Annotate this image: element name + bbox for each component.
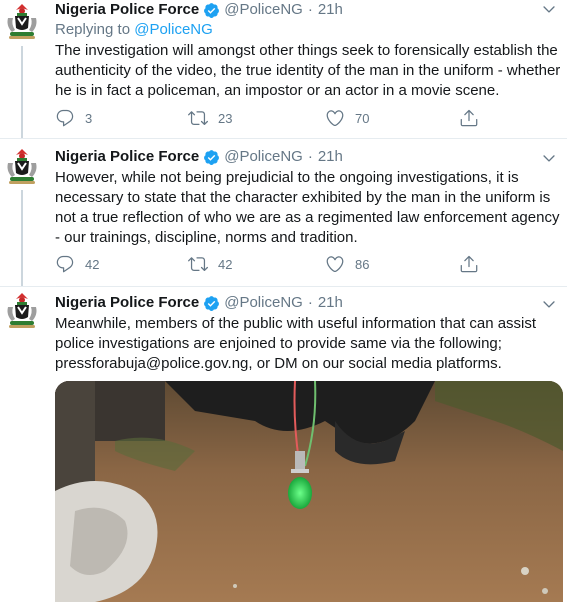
tweet-header: Nigeria Police Force @PoliceNG · 21h bbox=[55, 293, 561, 313]
replying-prefix: Replying to bbox=[55, 21, 131, 38]
retweet-icon bbox=[188, 254, 208, 274]
tweet-header: Nigeria Police Force @PoliceNG · 21h bbox=[55, 147, 561, 167]
timestamp[interactable]: 21h bbox=[318, 293, 343, 313]
like-count: 70 bbox=[355, 110, 370, 126]
share-button[interactable] bbox=[459, 108, 479, 128]
verified-badge-icon bbox=[203, 295, 220, 312]
heart-icon bbox=[325, 254, 345, 274]
tweet-header: Nigeria Police Force @PoliceNG · 21h bbox=[55, 0, 561, 20]
share-button[interactable] bbox=[459, 254, 479, 274]
separator-dot: · bbox=[307, 294, 313, 311]
share-icon bbox=[459, 108, 479, 128]
tweet-actions: 3 23 70 bbox=[55, 106, 485, 130]
reply-button[interactable]: 42 bbox=[55, 254, 99, 274]
retweet-icon bbox=[188, 108, 208, 128]
tweet-text: However, while not being prejudicial to … bbox=[55, 169, 560, 246]
author-handle[interactable]: @PoliceNG bbox=[224, 0, 303, 20]
verified-badge-icon bbox=[203, 149, 220, 166]
reply-count: 3 bbox=[85, 110, 93, 126]
share-icon bbox=[459, 254, 479, 274]
author-name[interactable]: Nigeria Police Force bbox=[55, 293, 199, 313]
reply-icon bbox=[55, 108, 75, 128]
author-name[interactable]: Nigeria Police Force bbox=[55, 0, 199, 20]
author-handle[interactable]: @PoliceNG bbox=[224, 147, 303, 167]
retweet-button[interactable]: 23 bbox=[188, 108, 232, 128]
retweet-count: 42 bbox=[218, 256, 233, 272]
reply-count: 42 bbox=[85, 256, 100, 272]
avatar[interactable] bbox=[2, 291, 42, 331]
timestamp[interactable]: 21h bbox=[318, 147, 343, 167]
separator-dot: · bbox=[307, 148, 313, 165]
reply-icon bbox=[55, 254, 75, 274]
heart-icon bbox=[325, 108, 345, 128]
replying-to: Replying to @PoliceNG bbox=[55, 20, 561, 40]
tweet-text: Meanwhile, members of the public with us… bbox=[55, 315, 537, 372]
tweet[interactable]: Nigeria Police Force @PoliceNG · 21h How… bbox=[0, 139, 567, 286]
tweet-media-video[interactable] bbox=[55, 381, 563, 602]
avatar[interactable] bbox=[2, 147, 42, 187]
like-button[interactable]: 86 bbox=[325, 254, 369, 274]
author-name[interactable]: Nigeria Police Force bbox=[55, 147, 199, 167]
chevron-down-icon[interactable] bbox=[541, 150, 557, 166]
reply-button[interactable]: 3 bbox=[55, 108, 92, 128]
tweet-text: The investigation will amongst other thi… bbox=[55, 42, 561, 99]
like-button[interactable]: 70 bbox=[325, 108, 369, 128]
replying-handle-link[interactable]: @PoliceNG bbox=[134, 21, 213, 38]
chevron-down-icon[interactable] bbox=[541, 1, 557, 17]
tweet-actions: 42 42 86 bbox=[55, 252, 485, 276]
chevron-down-icon[interactable] bbox=[541, 296, 557, 312]
like-count: 86 bbox=[355, 256, 370, 272]
avatar[interactable] bbox=[2, 2, 42, 42]
retweet-count: 23 bbox=[218, 110, 233, 126]
tweet[interactable]: Nigeria Police Force @PoliceNG · 21h Rep… bbox=[0, 0, 567, 138]
retweet-button[interactable]: 42 bbox=[188, 254, 232, 274]
video-frame bbox=[55, 381, 563, 602]
verified-badge-icon bbox=[203, 2, 220, 19]
author-handle[interactable]: @PoliceNG bbox=[224, 293, 303, 313]
separator-dot: · bbox=[307, 1, 313, 18]
timestamp[interactable]: 21h bbox=[318, 0, 343, 20]
